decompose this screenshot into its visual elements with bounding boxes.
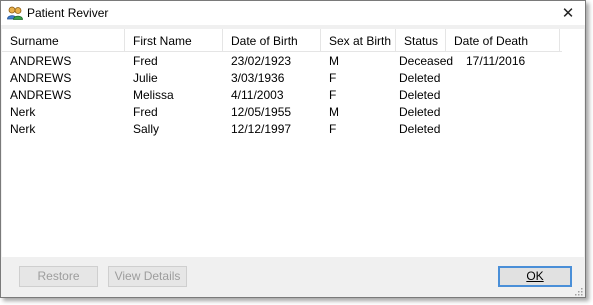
cell-surname: Nerk — [10, 105, 36, 119]
column-header-sex-at-birth[interactable]: Sex at Birth — [321, 29, 396, 51]
cell-date-of-birth: 23/02/1923 — [231, 54, 292, 68]
cell-date-of-death — [458, 87, 466, 104]
table-row[interactable]: ANDREWS Julie 3/03/1936 F Deleted — [2, 70, 562, 87]
resize-grip-icon[interactable] — [573, 286, 583, 296]
table-row[interactable]: ANDREWS Fred 23/02/1923 M Deceased 17/11… — [2, 53, 562, 70]
column-header-status[interactable]: Status — [396, 29, 446, 51]
cell-first-name: Melissa — [133, 88, 174, 102]
cell-date-of-death — [458, 121, 466, 138]
patients-icon — [7, 6, 23, 20]
cell-date-of-death — [458, 70, 466, 87]
column-header-surname[interactable]: Surname — [2, 29, 125, 51]
ok-button[interactable]: OK — [498, 266, 572, 287]
view-details-button[interactable]: View Details — [108, 266, 187, 287]
cell-date-of-death — [458, 104, 466, 121]
cell-date-of-birth: 3/03/1936 — [231, 71, 285, 85]
list-header: Surname First Name Date of Birth Sex at … — [2, 29, 562, 52]
cell-surname: ANDREWS — [10, 71, 72, 85]
cell-status: Deceased — [399, 54, 454, 68]
close-button[interactable]: ✕ — [557, 4, 579, 22]
cell-date-of-birth: 12/12/1997 — [231, 122, 292, 136]
cell-sex-at-birth: F — [329, 122, 337, 136]
table-row[interactable]: Nerk Fred 12/05/1955 M Deleted — [2, 104, 562, 121]
column-header-date-of-birth[interactable]: Date of Birth — [223, 29, 321, 51]
cell-status: Deleted — [399, 105, 441, 119]
cell-surname: Nerk — [10, 122, 36, 136]
title-bar: Patient Reviver ✕ — [1, 1, 585, 25]
cell-date-of-death: 17/11/2016 — [466, 54, 526, 68]
cell-status: Deleted — [399, 122, 441, 136]
cell-status: Deleted — [399, 88, 441, 102]
cell-first-name: Fred — [133, 105, 158, 119]
cell-date-of-birth: 12/05/1955 — [231, 105, 292, 119]
cell-first-name: Fred — [133, 54, 158, 68]
window-title: Patient Reviver — [27, 6, 109, 20]
cell-sex-at-birth: F — [329, 88, 337, 102]
cell-sex-at-birth: F — [329, 71, 337, 85]
table-row[interactable]: Nerk Sally 12/12/1997 F Deleted — [2, 121, 562, 138]
cell-sex-at-birth: M — [329, 54, 339, 68]
column-header-first-name[interactable]: First Name — [125, 29, 223, 51]
cell-sex-at-birth: M — [329, 105, 339, 119]
cell-status: Deleted — [399, 71, 441, 85]
cell-first-name: Julie — [133, 71, 158, 85]
patient-reviver-dialog: Patient Reviver ✕ Surname First Name Dat… — [0, 0, 586, 298]
restore-button[interactable]: Restore — [19, 266, 98, 287]
table-row[interactable]: ANDREWS Melissa 4/11/2003 F Deleted — [2, 87, 562, 104]
patient-list[interactable]: Surname First Name Date of Birth Sex at … — [2, 29, 584, 257]
ok-button-label: OK — [526, 269, 544, 283]
column-header-date-of-death[interactable]: Date of Death — [446, 29, 560, 51]
cell-date-of-birth: 4/11/2003 — [231, 88, 284, 102]
cell-first-name: Sally — [133, 122, 160, 136]
cell-surname: ANDREWS — [10, 54, 72, 68]
close-icon: ✕ — [561, 5, 575, 22]
cell-surname: ANDREWS — [10, 88, 72, 102]
